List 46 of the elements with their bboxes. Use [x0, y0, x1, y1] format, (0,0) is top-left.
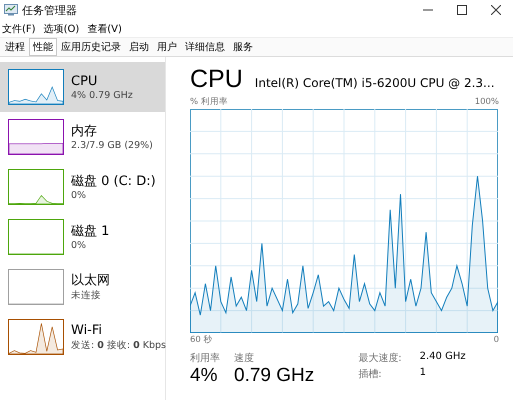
device-name: 磁盘 0 (C: D:) [71, 174, 156, 190]
menu-item[interactable]: 选项(O) [44, 22, 80, 36]
tab[interactable]: 进程 [1, 38, 29, 56]
sidebar-item[interactable]: Wi-Fi 发送: 0 接收: 0 Kbps [0, 312, 165, 362]
sidebar-item[interactable]: 磁盘 1 0% [0, 212, 165, 262]
device-usage: 0% [71, 240, 88, 250]
close-icon [491, 5, 501, 15]
window-title: 任务管理器 [22, 2, 77, 18]
sidebar-item[interactable]: 磁盘 0 (C: D:) 0% [0, 162, 165, 212]
menu-item[interactable]: 查看(V) [87, 22, 122, 36]
device-name: 内存 [71, 124, 98, 140]
tab[interactable]: 用户 [153, 38, 181, 56]
maximize-icon [457, 5, 467, 15]
device-name: 以太网 [71, 272, 110, 288]
tab[interactable]: 应用历史记录 [57, 38, 125, 56]
graph-label: 60 秒 [190, 334, 213, 346]
device-usage: 4% 0.79 GHz [71, 90, 133, 100]
graph-label: % 利用率 [190, 96, 228, 108]
tab[interactable]: 启动 [125, 38, 153, 56]
menu-item[interactable]: 文件(F) [2, 22, 36, 36]
sidebar-item[interactable]: 以太网 未连接 [0, 262, 165, 312]
stat-label: 利用率 [190, 352, 220, 365]
tab[interactable]: 服务 [229, 38, 257, 56]
device-usage: 2.3/7.9 GB (29%) [71, 140, 153, 150]
tab[interactable]: 详细信息 [181, 38, 229, 56]
sidebar-item[interactable]: 内存 2.3/7.9 GB (29%) [0, 112, 165, 162]
detail-value: 1 [420, 367, 428, 380]
graph-label: 0 [494, 335, 499, 345]
device-usage: 发送: 0 接收: 0 Kbps [71, 338, 166, 352]
stat-value: 0.79 GHz [234, 365, 314, 387]
detail-label: 插槽: [358, 368, 383, 381]
device-name: CPU [71, 74, 98, 90]
tab[interactable]: 性能 [29, 38, 57, 56]
stat-value: 4% [190, 365, 218, 387]
detail-value: 2.40 GHz [420, 351, 466, 364]
graph-label: 100% [474, 97, 499, 107]
cpu-model: Intel(R) Core(TM) i5-6200U CPU @ 2.3... [254, 76, 495, 90]
app-icon [4, 4, 18, 16]
sidebar-item[interactable]: CPU 4% 0.79 GHz [0, 62, 165, 112]
stat-label: 速度 [234, 352, 255, 365]
device-name: Wi-Fi [71, 322, 104, 338]
device-usage: 0% [71, 190, 88, 200]
detail-label: 最大速度: [358, 352, 402, 365]
panel-title: CPU [190, 65, 243, 94]
device-name: 磁盘 1 [71, 224, 110, 240]
device-usage: 未连接 [71, 288, 102, 302]
